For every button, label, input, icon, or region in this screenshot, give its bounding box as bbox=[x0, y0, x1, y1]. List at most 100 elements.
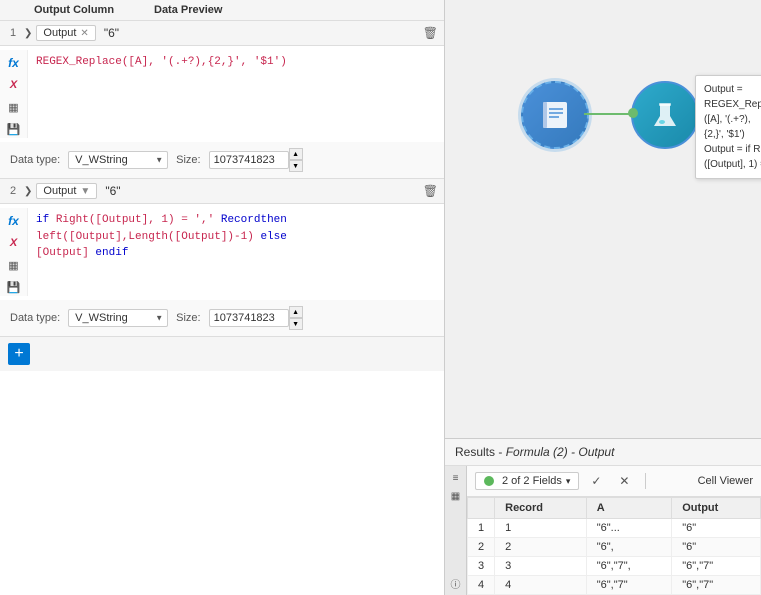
x-sidebar-icon-2[interactable]: X bbox=[5, 234, 23, 252]
output-cell: "6" bbox=[672, 519, 761, 538]
connector-dot bbox=[628, 108, 638, 118]
tooltip-box: Output = REGEX_Replace ([A], '(.+?), {2,… bbox=[695, 75, 761, 179]
fx-icon-1[interactable]: fx bbox=[5, 54, 23, 72]
size-input-2[interactable]: 1073741823 bbox=[209, 309, 289, 327]
a-cell: "6","7", bbox=[586, 557, 672, 576]
size-input-1[interactable]: 1073741823 bbox=[209, 151, 289, 169]
preview-val-2: "6" bbox=[105, 184, 120, 198]
formula-footer-1: Data type: V_WString Size: 1073741823 ▲ … bbox=[0, 142, 444, 178]
datatype-label-1: Data type: bbox=[10, 154, 60, 166]
row-num-2: 2 bbox=[6, 185, 20, 197]
trash-icon-1[interactable]: 🗑 bbox=[423, 26, 438, 40]
formula-row-2: 2 ❯ Output ▼ "6" 🗑 fx X ▦ 💾 if Right([Ou… bbox=[0, 179, 444, 337]
book-node[interactable] bbox=[520, 80, 590, 150]
add-formula-button[interactable]: + bbox=[8, 343, 30, 365]
table-row: 3 3 "6","7", "6","7" bbox=[468, 557, 761, 576]
size-label-1: Size: bbox=[176, 154, 200, 166]
trash-icon-2[interactable]: 🗑 bbox=[423, 184, 438, 198]
col-header-record bbox=[468, 498, 495, 519]
formula-row-1-header: 1 ❯ Output ✕ "6" 🗑 bbox=[0, 21, 444, 46]
record-cell: 4 bbox=[495, 576, 587, 595]
row-num-cell: 1 bbox=[468, 519, 495, 538]
data-preview-header: Data Preview bbox=[154, 4, 438, 16]
size-spinner-2: 1073741823 ▲ ▼ bbox=[209, 306, 303, 330]
formula-footer-2: Data type: V_WString Size: 1073741823 ▲ … bbox=[0, 300, 444, 336]
datatype-dropdown-wrap-1: V_WString bbox=[68, 151, 168, 169]
output-tag-label-1: Output bbox=[43, 27, 76, 39]
formula-body-1: fx X ▦ 💾 REGEX_Replace([A], '(.+?),{2,}'… bbox=[0, 46, 444, 142]
record-cell: 1 bbox=[495, 519, 587, 538]
save-icon-1[interactable]: 💾 bbox=[5, 120, 23, 138]
spin-up-2[interactable]: ▲ bbox=[289, 306, 303, 318]
a-cell: "6"... bbox=[586, 519, 672, 538]
size-spinner-1: 1073741823 ▲ ▼ bbox=[209, 148, 303, 172]
toolbar-divider bbox=[645, 473, 646, 489]
formula-sidebar-2: fx X ▦ 💾 bbox=[0, 208, 28, 296]
right-panel: Output = REGEX_Replace ([A], '(.+?), {2,… bbox=[445, 0, 761, 595]
results-header: Results - Formula (2) - Output bbox=[445, 439, 761, 466]
row-num-cell: 4 bbox=[468, 576, 495, 595]
a-cell: "6", bbox=[586, 538, 672, 557]
table-icon-2[interactable]: ▦ bbox=[5, 256, 23, 274]
datatype-dropdown-2[interactable]: V_WString bbox=[68, 309, 168, 327]
formula-row-2-header: 2 ❯ Output ▼ "6" 🗑 bbox=[0, 179, 444, 204]
output-tag-close-1[interactable]: ✕ bbox=[80, 28, 88, 39]
row-num-cell: 3 bbox=[468, 557, 495, 576]
output-tag-1[interactable]: Output ✕ bbox=[36, 25, 95, 41]
results-toolbar: 2 of 2 Fields ▾ ✓ ✕ Cell Viewer bbox=[467, 466, 761, 497]
record-cell: 3 bbox=[495, 557, 587, 576]
datatype-dropdown-1[interactable]: V_WString bbox=[68, 151, 168, 169]
size-label-2: Size: bbox=[176, 312, 200, 324]
output-cell: "6","7" bbox=[672, 557, 761, 576]
fields-dropdown[interactable]: 2 of 2 Fields ▾ bbox=[475, 472, 579, 490]
fields-count-label: 2 of 2 Fields bbox=[502, 475, 562, 487]
output-cell: "6" bbox=[672, 538, 761, 557]
save-icon-2[interactable]: 💾 bbox=[5, 278, 23, 296]
output-cell: "6","7" bbox=[672, 576, 761, 595]
list-view-icon[interactable]: ≡ bbox=[448, 470, 464, 486]
table-icon-1[interactable]: ▦ bbox=[5, 98, 23, 116]
flask-node[interactable] bbox=[630, 80, 700, 150]
datatype-label-2: Data type: bbox=[10, 312, 60, 324]
column-headers: Output Column Data Preview bbox=[0, 0, 444, 21]
formula-code-1[interactable]: REGEX_Replace([A], '(.+?),{2,}', '$1') bbox=[28, 50, 444, 138]
formula-body-2: fx X ▦ 💾 if Right([Output], 1) = ',' Rec… bbox=[0, 204, 444, 300]
output-tag-arrow-2[interactable]: ▼ bbox=[80, 186, 90, 197]
results-body: ≡ ▦ ⓘ 2 of 2 Fields ▾ ✓ ✕ Cell Viewer bbox=[445, 466, 761, 595]
table-row: 2 2 "6", "6" bbox=[468, 538, 761, 557]
record-cell: 2 bbox=[495, 538, 587, 557]
datatype-dropdown-wrap-2: V_WString bbox=[68, 309, 168, 327]
canvas-area: Output = REGEX_Replace ([A], '(.+?), {2,… bbox=[445, 0, 761, 438]
cell-viewer-button[interactable]: Cell Viewer bbox=[698, 475, 753, 487]
output-tag-2[interactable]: Output ▼ bbox=[36, 183, 97, 199]
formula-editor-panel: Output Column Data Preview 1 ❯ Output ✕ … bbox=[0, 0, 445, 595]
table-row: 4 4 "6","7" "6","7" bbox=[468, 576, 761, 595]
add-row-section: + bbox=[0, 337, 444, 371]
check-btn[interactable]: ✓ bbox=[585, 470, 607, 492]
output-tag-label-2: Output bbox=[43, 185, 76, 197]
formula-sidebar-1: fx X ▦ 💾 bbox=[0, 50, 28, 138]
row-num-cell: 2 bbox=[468, 538, 495, 557]
spin-up-1[interactable]: ▲ bbox=[289, 148, 303, 160]
a-cell: "6","7" bbox=[586, 576, 672, 595]
spin-down-2[interactable]: ▼ bbox=[289, 318, 303, 330]
chevron-icon-2[interactable]: ❯ bbox=[24, 186, 32, 197]
table-header-row: Record A Output bbox=[468, 498, 761, 519]
formula-row-1: 1 ❯ Output ✕ "6" 🗑 fx X ▦ 💾 REGEX_Replac… bbox=[0, 21, 444, 179]
output-column-header: Output Column bbox=[34, 4, 154, 16]
x-sidebar-icon-1[interactable]: X bbox=[5, 76, 23, 94]
help-icon[interactable]: ⓘ bbox=[448, 575, 464, 591]
chevron-icon-1[interactable]: ❯ bbox=[24, 28, 32, 39]
formula-code-2[interactable]: if Right([Output], 1) = ',' Recordthen l… bbox=[28, 208, 444, 296]
cross-btn[interactable]: ✕ bbox=[613, 470, 635, 492]
green-status-dot bbox=[484, 476, 494, 486]
results-sidebar-strip: ≡ ▦ ⓘ bbox=[445, 466, 467, 595]
grid-view-icon[interactable]: ▦ bbox=[448, 488, 464, 504]
fx-icon-2[interactable]: fx bbox=[5, 212, 23, 230]
fields-chevron: ▾ bbox=[566, 476, 571, 487]
table-row: 1 1 "6"... "6" bbox=[468, 519, 761, 538]
connector-line bbox=[584, 113, 634, 115]
spin-down-1[interactable]: ▼ bbox=[289, 160, 303, 172]
results-table: Record A Output 1 1 "6"... "6" 2 2 "6", … bbox=[467, 497, 761, 595]
col-header-output: Output bbox=[672, 498, 761, 519]
